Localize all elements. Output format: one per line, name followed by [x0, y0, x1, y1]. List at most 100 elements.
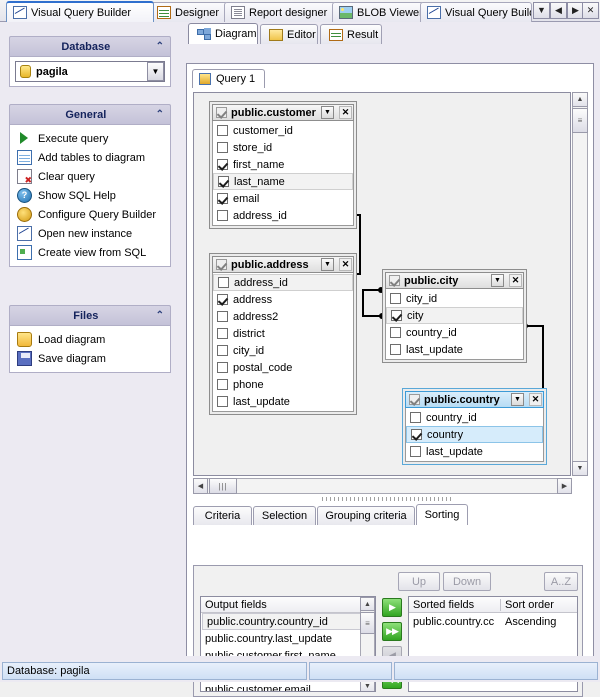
- table-field-row[interactable]: store_id: [213, 139, 353, 156]
- table-box-city[interactable]: public.city ▼ ✕ city_id city cou: [382, 269, 527, 363]
- table-checkbox[interactable]: [216, 259, 227, 270]
- field-checkbox[interactable]: [411, 429, 422, 440]
- scroll-thumb[interactable]: ≡: [360, 612, 375, 634]
- diagram-hscrollbar[interactable]: ◀ ||| ▶: [193, 478, 572, 494]
- sidebar-item-configure-query-builder[interactable]: Configure Query Builder: [10, 205, 170, 224]
- field-checkbox[interactable]: [390, 293, 401, 304]
- table-field-row[interactable]: phone: [213, 376, 353, 393]
- tab-editor[interactable]: Editor: [260, 24, 318, 44]
- tab-criteria[interactable]: Criteria: [193, 506, 252, 525]
- tab-designer[interactable]: Designer: [150, 2, 228, 22]
- sidebar-item-show-sql-help[interactable]: ? Show SQL Help: [10, 186, 170, 205]
- move-all-right-button[interactable]: ▶▶: [382, 622, 402, 641]
- tab-selection[interactable]: Selection: [253, 506, 316, 525]
- table-field-row[interactable]: address_id: [213, 207, 353, 224]
- field-checkbox[interactable]: [217, 396, 228, 407]
- field-checkbox[interactable]: [217, 210, 228, 221]
- field-checkbox[interactable]: [217, 328, 228, 339]
- table-field-row[interactable]: city_id: [386, 290, 523, 307]
- tab-blob-viewer[interactable]: BLOB Viewer: [332, 2, 424, 22]
- field-checkbox[interactable]: [391, 310, 402, 321]
- table-field-row[interactable]: last_update: [213, 393, 353, 410]
- diagram-canvas[interactable]: public.customer ▼ ✕ customer_id store_id: [193, 92, 571, 476]
- close-icon[interactable]: ✕: [339, 258, 352, 271]
- table-field-row[interactable]: customer_id: [213, 122, 353, 139]
- field-checkbox[interactable]: [217, 193, 228, 204]
- table-box-address[interactable]: public.address ▼ ✕ address_id address: [209, 253, 357, 415]
- field-checkbox[interactable]: [217, 311, 228, 322]
- group-header-files[interactable]: Files ⌃: [9, 305, 171, 325]
- table-field-row[interactable]: address: [213, 291, 353, 308]
- chevron-down-icon[interactable]: ▼: [321, 106, 334, 119]
- tab-visual-query-builder-1[interactable]: Visual Query Builder: [6, 1, 154, 22]
- table-field-row[interactable]: address2: [213, 308, 353, 325]
- group-header-database[interactable]: Database ⌃: [9, 36, 171, 56]
- field-checkbox[interactable]: [217, 159, 228, 170]
- field-checkbox[interactable]: [217, 345, 228, 356]
- table-field-row[interactable]: district: [213, 325, 353, 342]
- field-checkbox[interactable]: [390, 327, 401, 338]
- table-header[interactable]: public.address ▼ ✕: [212, 256, 354, 273]
- field-checkbox[interactable]: [217, 379, 228, 390]
- table-field-row[interactable]: last_name: [213, 173, 353, 190]
- diagram-vscrollbar[interactable]: ▲ ≡ ▼: [572, 92, 588, 476]
- field-checkbox[interactable]: [410, 412, 421, 423]
- close-icon[interactable]: ✕: [509, 274, 522, 287]
- tab-report-designer[interactable]: Report designer: [224, 2, 336, 22]
- field-checkbox[interactable]: [217, 362, 228, 373]
- scroll-up-button[interactable]: ▲: [572, 92, 588, 107]
- scroll-up-button[interactable]: ▲: [360, 597, 375, 611]
- scroll-down-button[interactable]: ▼: [572, 461, 588, 476]
- field-checkbox[interactable]: [410, 446, 421, 457]
- sidebar-item-add-tables[interactable]: Add tables to diagram: [10, 148, 170, 167]
- chevron-down-icon[interactable]: ▼: [511, 393, 524, 406]
- tab-sorting[interactable]: Sorting: [416, 504, 468, 525]
- scroll-left-button[interactable]: ◀: [193, 478, 208, 494]
- table-row[interactable]: public.country.cc Ascending: [409, 613, 577, 630]
- sidebar-item-clear-query[interactable]: Clear query: [10, 167, 170, 186]
- query-tab-1[interactable]: Query 1: [192, 69, 265, 88]
- sort-down-button[interactable]: Down: [443, 572, 491, 591]
- list-item[interactable]: public.country.last_update: [201, 630, 375, 647]
- field-checkbox[interactable]: [218, 176, 229, 187]
- tab-diagram[interactable]: Diagram: [188, 23, 258, 44]
- table-field-row[interactable]: city: [386, 307, 523, 324]
- table-header[interactable]: public.country ▼ ✕: [405, 391, 544, 408]
- tab-prev-button[interactable]: ◀: [550, 2, 567, 19]
- chevron-down-icon[interactable]: ▼: [491, 274, 504, 287]
- tab-grouping-criteria[interactable]: Grouping criteria: [317, 506, 415, 525]
- table-box-country[interactable]: public.country ▼ ✕ country_id country: [402, 388, 547, 465]
- field-checkbox[interactable]: [217, 294, 228, 305]
- table-field-row[interactable]: last_update: [406, 443, 543, 460]
- close-icon[interactable]: ✕: [339, 106, 352, 119]
- table-box-customer[interactable]: public.customer ▼ ✕ customer_id store_id: [209, 101, 357, 229]
- table-field-row[interactable]: first_name: [213, 156, 353, 173]
- pane-splitter-grip[interactable]: [322, 497, 452, 501]
- move-right-button[interactable]: ▶: [382, 598, 402, 617]
- table-field-row[interactable]: address_id: [213, 274, 353, 291]
- field-checkbox[interactable]: [218, 277, 229, 288]
- table-field-row[interactable]: country_id: [386, 324, 523, 341]
- tab-close-button[interactable]: ✕: [582, 2, 599, 19]
- field-checkbox[interactable]: [217, 125, 228, 136]
- scroll-thumb[interactable]: ≡: [572, 108, 588, 133]
- close-icon[interactable]: ✕: [529, 393, 542, 406]
- sidebar-item-load-diagram[interactable]: Load diagram: [10, 330, 170, 349]
- table-checkbox[interactable]: [409, 394, 420, 405]
- field-checkbox[interactable]: [217, 142, 228, 153]
- database-combo[interactable]: pagila ▼: [15, 61, 165, 82]
- table-checkbox[interactable]: [216, 107, 227, 118]
- list-item[interactable]: public.customer.email: [201, 681, 375, 692]
- table-field-row[interactable]: postal_code: [213, 359, 353, 376]
- group-header-general[interactable]: General ⌃: [9, 104, 171, 124]
- table-header[interactable]: public.city ▼ ✕: [385, 272, 524, 289]
- sidebar-item-open-new-instance[interactable]: Open new instance: [10, 224, 170, 243]
- table-field-row[interactable]: email: [213, 190, 353, 207]
- field-checkbox[interactable]: [390, 344, 401, 355]
- sidebar-item-execute-query[interactable]: Execute query: [10, 129, 170, 148]
- table-field-row[interactable]: country: [406, 426, 543, 443]
- sort-up-button[interactable]: Up: [398, 572, 440, 591]
- tab-list-dropdown-button[interactable]: ▼: [533, 2, 550, 19]
- scroll-right-button[interactable]: ▶: [557, 478, 572, 494]
- table-checkbox[interactable]: [389, 275, 400, 286]
